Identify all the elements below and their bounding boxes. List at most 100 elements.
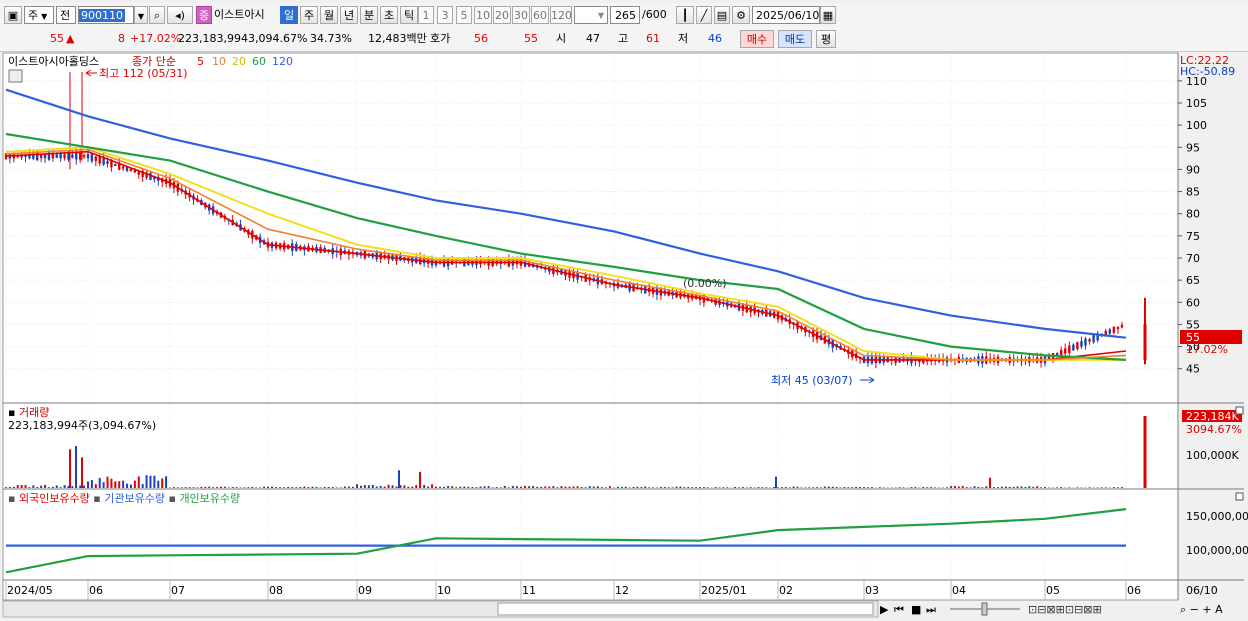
scroll-right-icon[interactable]: ▶: [880, 603, 889, 616]
volume-bar: [295, 487, 298, 488]
interval-3-button[interactable]: 3: [437, 6, 453, 24]
period-sub-select[interactable]: 전: [56, 6, 76, 24]
interval-10-button[interactable]: 10: [474, 6, 492, 24]
volume-bar: [528, 486, 531, 488]
volume-bar: [122, 480, 125, 488]
volume-bar: [796, 486, 799, 488]
open-label: 시: [556, 32, 567, 45]
legend-ma120: 120: [272, 55, 293, 68]
volume-bar: [51, 486, 54, 488]
stock-chart[interactable]: 이스트아시아홀딩스 종가 단순 5 10 20 60 120 LC:22.22 …: [0, 51, 1248, 621]
x-tick-label: 08: [269, 584, 283, 597]
volume-bar: [765, 487, 768, 488]
tab-period-month[interactable]: 월: [320, 6, 338, 24]
volume-bar: [367, 485, 370, 488]
stock-name-label: 이스트아시: [214, 8, 265, 21]
count-input[interactable]: 265: [610, 6, 640, 24]
volume-bar: [347, 486, 350, 488]
volume-bar: [511, 486, 514, 488]
volume-bar: [981, 487, 984, 488]
volume-bar: [204, 486, 207, 488]
volume-bar: [1032, 486, 1035, 488]
volume-bar: [36, 487, 39, 488]
interval-1-button[interactable]: 1: [418, 6, 434, 24]
volume-bar: [1012, 486, 1015, 488]
tab-period-week[interactable]: 주: [300, 6, 318, 24]
tab-period-minute[interactable]: 분: [360, 6, 378, 24]
layout-icons[interactable]: ⊡⊟⊠⊞⊡⊟⊠⊞: [1028, 603, 1102, 616]
eval-button[interactable]: 평: [816, 30, 836, 48]
volume-bar: [616, 486, 619, 488]
volume-bar: [299, 486, 302, 488]
volume-bar: [145, 475, 148, 488]
volume-value-line: 223,183,994주(3,094.67%): [8, 419, 156, 432]
zoom-controls[interactable]: ⌕ − + A: [1180, 603, 1223, 616]
date-input[interactable]: 2025/06/10: [752, 6, 820, 24]
candle-body: [1092, 334, 1095, 343]
volume-bar: [687, 487, 690, 488]
x-tick-label: 06: [89, 584, 103, 597]
high-value: 61: [646, 32, 660, 45]
speaker-icon: ◂): [175, 9, 185, 22]
volume-bar: [902, 487, 905, 488]
volume-bar: [255, 487, 258, 488]
code-dropdown-button[interactable]: ▼: [134, 6, 148, 24]
volume-bar: [283, 487, 286, 488]
volume-bar: [200, 486, 203, 488]
volume-bar: [600, 487, 603, 488]
tab-period-second[interactable]: 초: [380, 6, 398, 24]
interval-5-button[interactable]: 5: [456, 6, 472, 24]
calendar-icon[interactable]: ▦: [820, 6, 836, 24]
candle-body: [1120, 324, 1124, 328]
y-tick-label: 60: [1186, 296, 1200, 309]
forward-icon[interactable]: ⏭: [926, 603, 936, 616]
buy-button[interactable]: 매수: [740, 30, 774, 48]
zoom-slider-handle[interactable]: [981, 602, 988, 616]
tab-period-day[interactable]: 일: [280, 6, 298, 24]
volume-bar: [379, 485, 382, 488]
volume-right-pct: 3094.67%: [1186, 423, 1242, 436]
rewind-icon[interactable]: ⏮: [894, 603, 904, 616]
volume-bar: [383, 486, 386, 488]
volume-bar: [572, 486, 575, 488]
legend-ma5: 5: [197, 55, 204, 68]
volume-bar: [20, 484, 23, 488]
interval-120-button[interactable]: 120: [550, 6, 572, 24]
tab-period-tick[interactable]: 틱: [400, 6, 418, 24]
scrollbar-thumb[interactable]: [497, 602, 874, 616]
tab-period-year[interactable]: 년: [340, 6, 358, 24]
volume-bar: [459, 486, 462, 488]
draw-icon[interactable]: ╱: [696, 6, 712, 24]
volume-bar: [926, 487, 929, 488]
gear-icon[interactable]: ⚙: [732, 6, 750, 24]
close-icon[interactable]: [1235, 406, 1244, 415]
interval-60-button[interactable]: 60: [531, 6, 549, 24]
period-main-select[interactable]: 주 ▼: [24, 6, 54, 24]
volume-bar: [699, 487, 701, 488]
interval-30-button[interactable]: 30: [512, 6, 530, 24]
volume-bar: [718, 487, 721, 488]
sound-button[interactable]: ◂): [167, 6, 193, 24]
stock-code-input[interactable]: 900110: [78, 6, 134, 24]
candle-icon[interactable]: ┃: [676, 6, 694, 24]
save-icon[interactable]: ▤: [714, 6, 730, 24]
count-max-label: /600: [642, 8, 667, 21]
stop-icon[interactable]: ■: [911, 603, 921, 616]
volume-bar: [544, 486, 547, 488]
candle-body: [86, 154, 90, 159]
volume-bar: [855, 486, 858, 488]
volume-bar: [47, 487, 50, 488]
legend-ma10: 10: [212, 55, 226, 68]
search-button[interactable]: ⌕: [149, 6, 165, 24]
volume-bar: [667, 487, 670, 488]
sell-button[interactable]: 매도: [778, 30, 812, 48]
interval-20-button[interactable]: 20: [493, 6, 511, 24]
chevron-down-icon: ▼: [137, 12, 145, 21]
legend-stock-name: 이스트아시아홀딩스: [8, 55, 99, 68]
window-icon[interactable]: ▣: [4, 6, 22, 24]
interval-custom-input[interactable]: ▼: [574, 6, 608, 24]
close-icon[interactable]: [1235, 492, 1244, 501]
volume-bar: [839, 487, 842, 488]
panel-menu-icon[interactable]: [8, 69, 23, 83]
volume-bar: [471, 487, 474, 488]
